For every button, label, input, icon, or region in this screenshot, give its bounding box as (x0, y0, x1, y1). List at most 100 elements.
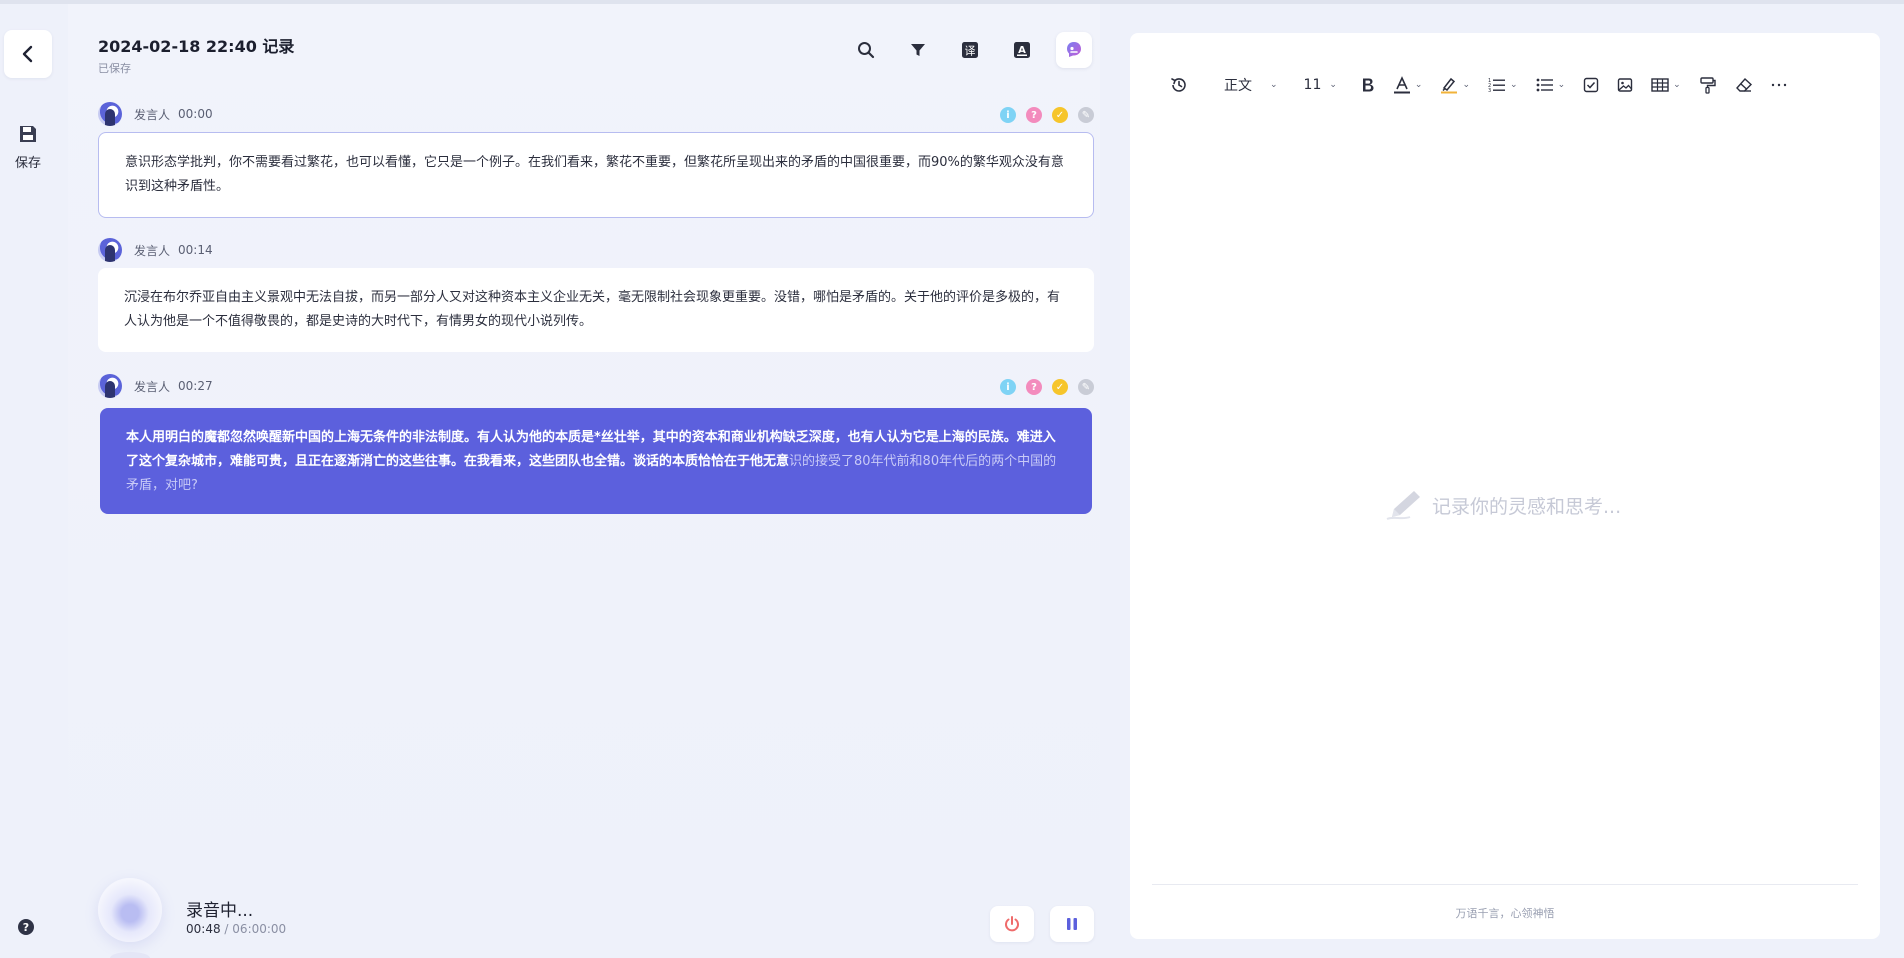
image-icon (1617, 78, 1633, 92)
svg-text:?: ? (23, 921, 29, 934)
back-button[interactable] (4, 30, 52, 78)
editor-toolbar: 正文 ⌄ 11 ⌄ ⌄ ⌄ 123 ⌄ ⌄ ⌄ (1170, 73, 1805, 97)
speaker-avatar (98, 238, 122, 262)
info-icon[interactable]: i (1000, 379, 1016, 395)
segment-time[interactable]: 00:27 (178, 379, 213, 393)
segment-text: 意识形态学批判，你不需要看过繁花，也可以看懂，它只是一个例子。在我们看来，繁花不… (125, 155, 1064, 194)
segment-card-selected[interactable]: 意识形态学批判，你不需要看过繁花，也可以看懂，它只是一个例子。在我们看来，繁花不… (98, 132, 1094, 218)
checklist-icon (1583, 77, 1599, 93)
speaker-avatar (98, 374, 122, 398)
format-painter-button[interactable] (1699, 73, 1717, 97)
speaker-avatar (98, 102, 122, 126)
history-button[interactable] (1170, 73, 1188, 97)
ai-assistant-icon (1067, 42, 1081, 57)
edit-icon[interactable]: ✎ (1078, 379, 1094, 395)
save-status: 已保存 (98, 62, 131, 75)
editor-placeholder[interactable]: 记录你的灵感和思考... (1384, 485, 1621, 525)
search-icon (858, 42, 875, 59)
checklist-button[interactable] (1583, 73, 1599, 97)
left-rail: 保存 ? (0, 4, 68, 958)
chevron-down-icon: ⌄ (1270, 80, 1278, 90)
bold-button[interactable] (1361, 73, 1375, 97)
paragraph-style-value: 正文 (1224, 78, 1252, 94)
editor-footer-divider (1152, 884, 1858, 885)
bold-icon (1362, 78, 1374, 92)
recording-total: 06:00:00 (232, 922, 287, 936)
segment-card[interactable]: 沉浸在布尔乔亚自由主义景观中无法自拔，而另一部分人又对这种资本主义企业无关，毫无… (98, 268, 1094, 352)
font-color-button[interactable]: ⌄ (1393, 73, 1423, 97)
segment-actions: i ? ✓ ✎ (1000, 379, 1094, 395)
chevron-left-icon (22, 45, 33, 63)
chevron-down-icon: ⌄ (1510, 80, 1518, 90)
help-icon[interactable]: ? (17, 918, 35, 936)
notes-editor: 正文 ⌄ 11 ⌄ ⌄ ⌄ 123 ⌄ ⌄ ⌄ 记录你的灵感和思考... 万语千… (1130, 33, 1880, 939)
segment-text: 沉浸在布尔乔亚自由主义景观中无法自拔，而另一部分人又对这种资本主义企业无关，毫无… (124, 290, 1061, 329)
font-button[interactable]: A (1006, 34, 1038, 66)
page-title: 2024-02-18 22:40 记录 (98, 37, 295, 56)
power-icon (1005, 916, 1019, 932)
font-color-icon (1393, 76, 1410, 94)
bullet-list-button[interactable]: ⌄ (1536, 73, 1566, 97)
more-button[interactable] (1771, 73, 1787, 97)
segment-time[interactable]: 00:00 (178, 107, 213, 121)
segment-actions: i ? ✓ ✎ (1000, 107, 1094, 123)
chevron-down-icon: ⌄ (1329, 80, 1337, 90)
font-size-value: 11 (1303, 77, 1322, 93)
speaker-name: 发言人 (134, 107, 171, 122)
question-icon[interactable]: ? (1026, 379, 1042, 395)
chevron-down-icon: ⌄ (1462, 80, 1471, 90)
check-icon[interactable]: ✓ (1052, 107, 1068, 123)
speaker-name: 发言人 (134, 379, 171, 394)
stop-recording-button[interactable] (990, 906, 1034, 942)
chevron-down-icon: ⌄ (1414, 80, 1423, 90)
pen-icon (1386, 491, 1420, 520)
editor-footer: 万语千言，心领神悟 (1455, 907, 1555, 920)
recording-elapsed: 00:48 (186, 922, 221, 936)
recording-timer: 00:48 / 06:00:00 (186, 922, 286, 936)
table-icon (1651, 78, 1669, 92)
recording-visualizer-shadow (110, 952, 150, 958)
recording-status: 录音中... (186, 901, 254, 921)
ordered-list-icon: 123 (1488, 78, 1506, 93)
segment-header: 发言人 00:00 i ? ✓ ✎ (98, 102, 1094, 126)
font-size-select[interactable]: 11 ⌄ (1304, 73, 1337, 97)
translate-button[interactable]: 译 (954, 34, 986, 66)
segment-header: 发言人 00:27 i ? ✓ ✎ (98, 374, 1094, 398)
insert-image-button[interactable] (1617, 73, 1633, 97)
speaker-name: 发言人 (134, 243, 171, 258)
pause-icon (1067, 918, 1077, 930)
font-icon: A (1014, 42, 1030, 58)
save-button[interactable]: 保存 (4, 124, 52, 171)
save-icon (20, 126, 36, 142)
save-label: 保存 (14, 156, 41, 171)
highlight-button[interactable]: ⌄ (1440, 73, 1470, 97)
transcript-panel: 2024-02-18 22:40 记录 已保存 译 A 发言人 00:00 i … (68, 4, 1100, 958)
ordered-list-button[interactable]: 123 ⌄ (1488, 73, 1518, 97)
history-icon (1171, 78, 1186, 92)
recording-separator: / (224, 922, 229, 936)
chevron-down-icon: ⌄ (1673, 80, 1681, 90)
segment-time[interactable]: 00:14 (178, 243, 213, 257)
edit-icon[interactable]: ✎ (1078, 107, 1094, 123)
bullet-list-icon (1536, 78, 1553, 92)
question-icon[interactable]: ? (1026, 107, 1042, 123)
eraser-icon (1735, 78, 1752, 92)
filter-button[interactable] (902, 34, 934, 66)
check-icon[interactable]: ✓ (1052, 379, 1068, 395)
info-icon[interactable]: i (1000, 107, 1016, 123)
segment-header: 发言人 00:14 (98, 238, 1094, 262)
editor-placeholder-text: 记录你的灵感和思考... (1432, 495, 1622, 518)
clear-format-button[interactable] (1735, 73, 1753, 97)
recording-visualizer (98, 878, 162, 942)
svg-text:A: A (1018, 45, 1026, 56)
chevron-down-icon: ⌄ (1557, 80, 1566, 90)
ai-assistant-button[interactable] (1056, 32, 1092, 68)
insert-table-button[interactable]: ⌄ (1651, 73, 1681, 97)
pause-recording-button[interactable] (1050, 906, 1094, 942)
format-painter-icon (1699, 77, 1716, 94)
paragraph-style-select[interactable]: 正文 ⌄ (1224, 73, 1278, 97)
search-button[interactable] (850, 34, 882, 66)
segment-card-live[interactable]: 本人用明白的魔都忽然唤醒新中国的上海无条件的非法制度。有人认为他的本质是*丝壮举… (100, 408, 1092, 514)
svg-text:3: 3 (1488, 88, 1491, 93)
highlight-icon (1441, 77, 1458, 94)
